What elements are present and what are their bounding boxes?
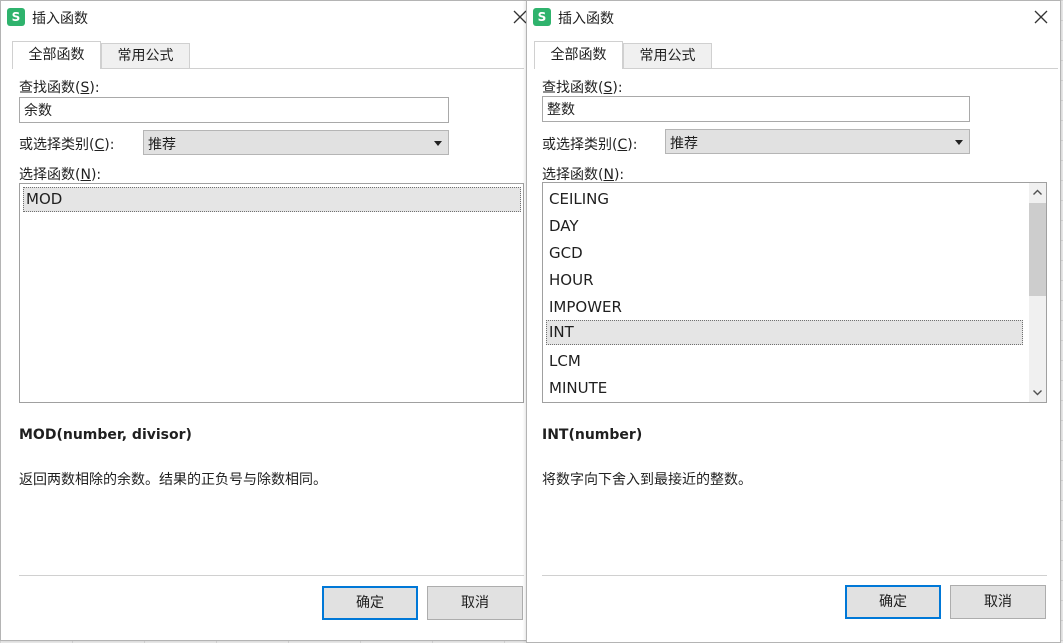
tab-all-functions[interactable]: 全部函数 <box>12 41 101 69</box>
list-item-minute[interactable]: MINUTE <box>546 376 1021 401</box>
function-description: 返回两数相除的余数。结果的正负号与除数相同。 <box>19 472 327 488</box>
list-scrollbar[interactable] <box>1029 183 1046 402</box>
scroll-down-arrow[interactable] <box>1029 384 1046 401</box>
function-list[interactable]: CEILING DAY GCD HOUR IMPOWER INT LCM MIN… <box>542 182 1047 403</box>
title-bar[interactable]: S 插入函数 <box>1 1 527 33</box>
scroll-thumb[interactable] <box>1029 203 1046 296</box>
chevron-up-icon <box>1033 189 1042 195</box>
list-item-impower[interactable]: IMPOWER <box>546 295 1021 320</box>
function-list-label: 选择函数(N): <box>19 167 102 183</box>
category-label: 或选择类别(C): <box>542 137 638 153</box>
footer-separator <box>542 575 1047 576</box>
list-item-ceiling[interactable]: CEILING <box>546 187 1021 212</box>
title-bar[interactable]: S 插入函数 <box>527 1 1060 33</box>
search-label: 查找函数(S): <box>19 80 100 96</box>
list-item-gcd[interactable]: GCD <box>546 241 1021 266</box>
cancel-button[interactable]: 取消 <box>950 585 1046 619</box>
function-signature: MOD(number, divisor) <box>19 427 192 443</box>
close-button[interactable] <box>1027 3 1055 31</box>
insert-function-dialog-left: S 插入函数 全部函数 常用公式 查找函数(S): 或选择类别(C): 推荐 选… <box>0 0 527 641</box>
list-item-lcm[interactable]: LCM <box>546 349 1021 374</box>
wps-app-icon: S <box>533 8 551 26</box>
ok-button[interactable]: 确定 <box>845 585 941 619</box>
function-signature: INT(number) <box>542 427 643 443</box>
search-input[interactable] <box>19 97 449 123</box>
footer-separator <box>19 575 524 576</box>
tab-common-formulas[interactable]: 常用公式 <box>623 43 712 68</box>
list-item-hour[interactable]: HOUR <box>546 268 1021 293</box>
chevron-down-icon <box>1033 390 1042 396</box>
dropdown-arrow-icon <box>955 140 963 145</box>
list-item-mod[interactable]: MOD <box>23 187 521 212</box>
function-list-label: 选择函数(N): <box>542 167 625 183</box>
dialog-title: 插入函数 <box>32 11 88 27</box>
list-item-day[interactable]: DAY <box>546 214 1021 239</box>
cancel-button[interactable]: 取消 <box>427 586 523 620</box>
category-value: 推荐 <box>670 136 698 152</box>
function-list[interactable]: MOD <box>19 183 524 403</box>
dropdown-arrow-icon <box>434 141 442 146</box>
insert-function-dialog-right: S 插入函数 全部函数 常用公式 查找函数(S): 或选择类别(C): 推荐 选… <box>526 0 1061 643</box>
close-icon <box>513 10 527 24</box>
function-description: 将数字向下舍入到最接近的整数。 <box>542 472 752 488</box>
category-select[interactable]: 推荐 <box>143 130 449 155</box>
category-select[interactable]: 推荐 <box>665 129 970 154</box>
scroll-up-arrow[interactable] <box>1029 184 1046 201</box>
category-label: 或选择类别(C): <box>19 137 115 153</box>
search-label: 查找函数(S): <box>542 80 623 96</box>
dialog-title: 插入函数 <box>558 11 614 27</box>
list-item-int[interactable]: INT <box>546 320 1023 345</box>
close-icon <box>1034 10 1048 24</box>
tab-all-functions[interactable]: 全部函数 <box>534 41 623 69</box>
tab-common-formulas[interactable]: 常用公式 <box>101 43 190 68</box>
ok-button[interactable]: 确定 <box>322 586 418 620</box>
wps-app-icon: S <box>7 8 25 26</box>
category-value: 推荐 <box>148 137 176 153</box>
search-input[interactable] <box>542 96 970 122</box>
